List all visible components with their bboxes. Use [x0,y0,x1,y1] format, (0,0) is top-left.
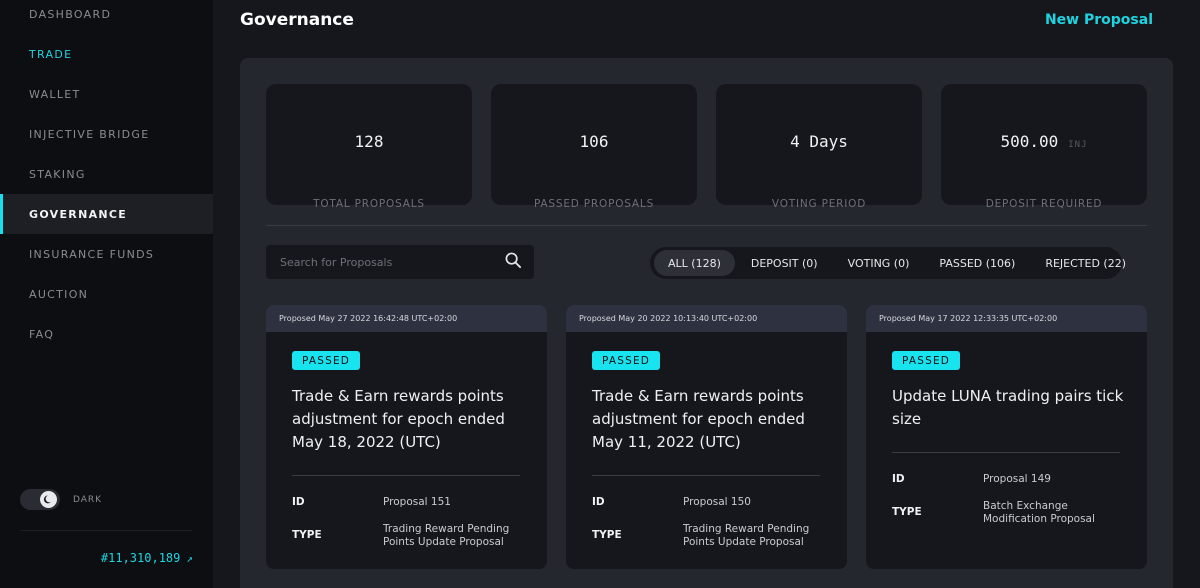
sidebar-item-trade[interactable]: TRADE [0,34,213,74]
theme-toggle[interactable] [20,489,60,510]
card-divider [592,475,820,476]
filter-passed[interactable]: PASSED (106) [925,250,1029,276]
theme-toggle-group: DARK [20,489,102,510]
stat-deposit-required: 500.00 INJ DEPOSIT REQUIRED [941,84,1147,210]
block-number: #11,310,189 [100,551,181,565]
moon-icon [40,491,57,508]
sidebar-item-auction[interactable]: AUCTION [0,274,213,314]
stat-unit: INJ [1068,140,1088,150]
stat-label: DEPOSIT REQUIRED [985,198,1103,210]
proposal-date: Proposed May 20 2022 10:13:40 UTC+02:00 [566,305,847,332]
proposal-title: Update LUNA trading pairs tick size [892,387,1124,428]
sidebar-item-staking[interactable]: STAKING [0,154,213,194]
new-proposal-button[interactable]: New Proposal [1045,12,1153,28]
proposal-date: Proposed May 27 2022 16:42:48 UTC+02:00 [266,305,547,332]
search-input[interactable] [280,255,505,269]
sidebar: DASHBOARD TRADE WALLET INJECTIVE BRIDGE … [0,0,213,588]
card-divider [292,475,520,476]
proposal-id-label: ID [592,496,605,508]
stat-label: TOTAL PROPOSALS [313,198,425,210]
stat-value: 500.00 INJ [1000,132,1088,151]
status-badge: PASSED [892,351,961,370]
sidebar-item-injective-bridge[interactable]: INJECTIVE BRIDGE [0,114,213,154]
filter-deposit[interactable]: DEPOSIT (0) [737,250,832,276]
sidebar-item-wallet[interactable]: WALLET [0,74,213,114]
proposal-type-value: Batch Exchange Modification Proposal [983,500,1095,525]
governance-panel: 128 TOTAL PROPOSALS 106 PASSED PROPOSALS… [240,58,1173,588]
proposal-title: Trade & Earn rewards points adjustment f… [592,387,805,451]
arrow-up-right-icon: ↗ [186,551,193,565]
theme-label: DARK [73,494,103,505]
search-icon[interactable] [505,252,522,273]
proposal-id-value: Proposal 150 [683,496,751,508]
filter-voting[interactable]: VOTING (0) [834,250,924,276]
status-badge: PASSED [292,351,361,370]
search-box [266,245,534,279]
proposal-id-label: ID [892,473,905,485]
sidebar-item-insurance-funds[interactable]: INSURANCE FUNDS [0,234,213,274]
status-badge: PASSED [592,351,661,370]
proposal-type-value: Trading Reward Pending Points Update Pro… [683,523,810,548]
proposal-id-value: Proposal 151 [383,496,451,508]
stat-label: PASSED PROPOSALS [533,198,655,210]
stat-passed-proposals: 106 PASSED PROPOSALS [491,84,697,210]
stat-label: VOTING PERIOD [771,198,867,210]
proposal-id-value: Proposal 149 [983,473,1051,485]
card-divider [892,452,1120,453]
sidebar-item-governance[interactable]: GOVERNANCE [0,194,213,234]
block-number-link[interactable]: #11,310,189 ↗ [101,551,193,565]
stat-total-proposals: 128 TOTAL PROPOSALS [266,84,472,210]
proposal-type-value: Trading Reward Pending Points Update Pro… [383,523,510,548]
stat-value: 128 [354,132,384,151]
proposal-date: Proposed May 17 2022 12:33:35 UTC+02:00 [866,305,1147,332]
proposal-card[interactable]: Proposed May 27 2022 16:42:48 UTC+02:00 … [266,305,547,569]
proposal-card[interactable]: Proposed May 17 2022 12:33:35 UTC+02:00 … [866,305,1147,569]
page-title: Governance [240,10,354,30]
proposal-id-label: ID [292,496,305,508]
proposal-type-label: TYPE [892,506,922,518]
stat-value: 106 [579,132,609,151]
sidebar-item-faq[interactable]: FAQ [0,314,213,354]
stat-value: 4 Days [790,132,848,151]
sidebar-item-dashboard[interactable]: DASHBOARD [0,0,213,34]
proposal-title: Trade & Earn rewards points adjustment f… [292,387,505,451]
panel-divider [266,225,1147,226]
proposal-card[interactable]: Proposed May 20 2022 10:13:40 UTC+02:00 … [566,305,847,569]
stat-voting-period: 4 Days VOTING PERIOD [716,84,922,210]
sidebar-divider [20,530,192,531]
proposal-type-label: TYPE [592,529,622,541]
filter-rejected[interactable]: REJECTED (22) [1031,250,1140,276]
proposal-type-label: TYPE [292,529,322,541]
proposal-filter-tabs: ALL (128) DEPOSIT (0) VOTING (0) PASSED … [650,247,1126,279]
filter-all[interactable]: ALL (128) [654,250,735,276]
